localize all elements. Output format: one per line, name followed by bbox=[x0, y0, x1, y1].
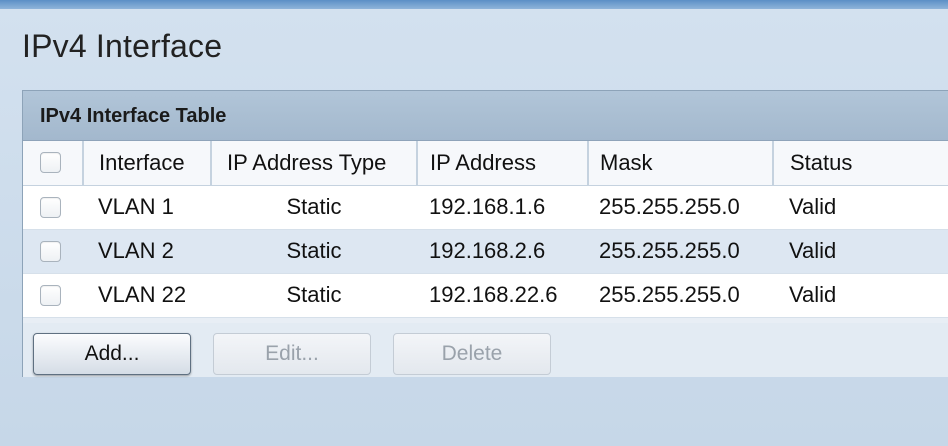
cell-status: Valid bbox=[789, 194, 837, 219]
cell-ip-address-type: Static bbox=[286, 194, 342, 219]
row-select-cell bbox=[23, 273, 83, 317]
cell-mask: 255.255.255.0 bbox=[599, 194, 740, 219]
table-title: IPv4 Interface Table bbox=[40, 105, 227, 127]
table-action-bar: Add... Edit... Delete bbox=[23, 323, 948, 377]
cell-ip-address: 192.168.1.6 bbox=[429, 194, 546, 219]
cell-mask: 255.255.255.0 bbox=[599, 238, 740, 263]
column-header-ip-address-type[interactable]: IP Address Type bbox=[211, 141, 418, 186]
header-select-all-cell bbox=[23, 141, 84, 186]
ipv4-interface-table-panel: IPv4 Interface Table Interface IP Addres… bbox=[22, 90, 948, 377]
cell-ip-address-type: Static bbox=[286, 282, 342, 307]
cell-status: Valid bbox=[789, 238, 837, 263]
column-header-mask[interactable]: Mask bbox=[588, 141, 774, 186]
column-header-interface[interactable]: Interface bbox=[83, 141, 212, 186]
row-checkbox[interactable] bbox=[40, 196, 61, 218]
page-title: IPv4 Interface bbox=[22, 28, 223, 64]
cell-mask: 255.255.255.0 bbox=[599, 282, 740, 307]
column-header-status[interactable]: Status bbox=[773, 141, 948, 186]
row-checkbox[interactable] bbox=[40, 284, 61, 306]
table-row[interactable]: VLAN 1 Static 192.168.1.6 255.255.255.0 … bbox=[23, 185, 948, 229]
cell-ip-address: 192.168.22.6 bbox=[429, 282, 558, 307]
content-area: IPv4 Interface IPv4 Interface Table Inte… bbox=[0, 9, 948, 446]
cell-ip-address-type: Static bbox=[286, 238, 342, 263]
ipv4-interface-table: Interface IP Address Type IP Address Mas… bbox=[23, 141, 948, 318]
table-row[interactable]: VLAN 22 Static 192.168.22.6 255.255.255.… bbox=[23, 273, 948, 317]
row-select-cell bbox=[23, 229, 83, 273]
table-header-row: Interface IP Address Type IP Address Mas… bbox=[23, 141, 948, 186]
cell-ip-address: 192.168.2.6 bbox=[429, 238, 546, 263]
row-checkbox[interactable] bbox=[40, 240, 61, 262]
table-row[interactable]: VLAN 2 Static 192.168.2.6 255.255.255.0 … bbox=[23, 229, 948, 273]
cell-status: Valid bbox=[789, 282, 837, 307]
window-top-strip bbox=[0, 0, 948, 9]
row-select-cell bbox=[23, 185, 83, 229]
select-all-checkbox[interactable] bbox=[40, 152, 61, 174]
edit-button[interactable]: Edit... bbox=[213, 333, 371, 375]
delete-button[interactable]: Delete bbox=[393, 333, 551, 375]
cell-interface: VLAN 2 bbox=[98, 238, 174, 263]
cell-interface: VLAN 1 bbox=[98, 194, 174, 219]
panel-header: IPv4 Interface Table bbox=[23, 91, 948, 141]
add-button[interactable]: Add... bbox=[33, 333, 191, 375]
column-header-ip-address[interactable]: IP Address bbox=[417, 141, 589, 186]
cell-interface: VLAN 22 bbox=[98, 282, 187, 307]
